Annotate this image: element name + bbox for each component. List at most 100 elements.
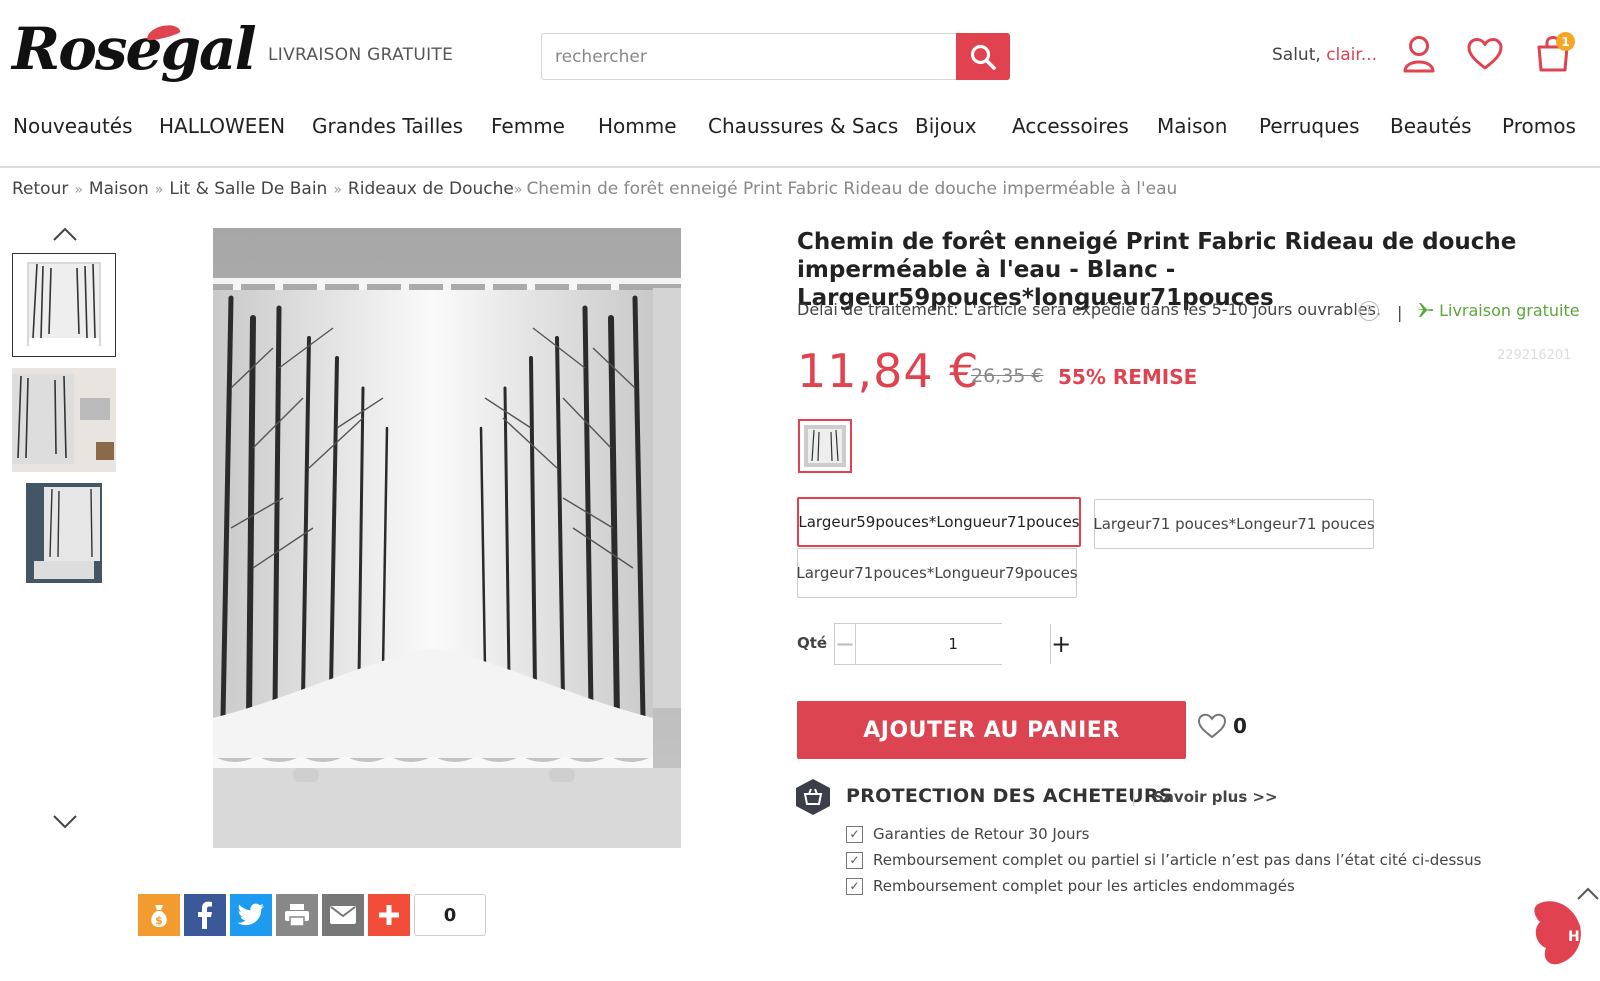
nav-item-promos[interactable]: Promos [1502, 114, 1576, 138]
size-option-71x71[interactable]: Largeur71 pouces*Longeur71 pouces [1093, 499, 1375, 549]
nav-item-bijoux[interactable]: Bijoux [915, 114, 977, 138]
swatch-image [804, 425, 846, 467]
butterfly-icon [1534, 887, 1599, 965]
guarantee-item: ✓ Remboursement complet pour les article… [846, 877, 1295, 895]
greeting-text: Salut, [1272, 45, 1321, 65]
search-button[interactable] [956, 33, 1010, 80]
thumbnail-image [12, 483, 116, 587]
share-facebook-button[interactable] [184, 894, 226, 936]
nav-item-maison[interactable]: Maison [1157, 114, 1227, 138]
nav-item-grandes-tailles[interactable]: Grandes Tailles [312, 114, 463, 138]
search-input[interactable] [542, 34, 955, 79]
breadcrumb-current: Chemin de forêt enneigé Print Fabric Rid… [526, 179, 1178, 199]
guarantee-item: ✓ Remboursement complet ou partiel si l’… [846, 851, 1481, 869]
nav-divider [0, 166, 1600, 168]
nav-item-perruques[interactable]: Perruques [1259, 114, 1360, 138]
nav-item-homme[interactable]: Homme [598, 114, 677, 138]
quantity-increase-button[interactable]: + [1050, 624, 1071, 664]
breadcrumb: Retour» Maison» Lit & Salle De Bain» Rideau… [12, 179, 1177, 199]
search-icon [970, 44, 996, 70]
rosegal-logo[interactable]: Rosegal [12, 14, 257, 92]
cart-icon[interactable]: 1 [1533, 32, 1575, 74]
quantity-decrease-button[interactable]: − [835, 624, 857, 664]
svg-text:$: $ [155, 914, 163, 927]
breadcrumb-separator: » [74, 182, 83, 198]
product-sku: 229216201 [1497, 348, 1572, 363]
current-price: 11,84 € [797, 344, 980, 398]
nav-item-femme[interactable]: Femme [491, 114, 565, 138]
buyer-protection-icon [796, 779, 830, 815]
color-swatch-white[interactable] [798, 419, 852, 473]
plane-icon [1417, 303, 1434, 317]
guarantee-item: ✓ Garanties de Retour 30 Jours [846, 825, 1089, 843]
share-count: 0 [414, 894, 486, 936]
free-shipping-banner: LIVRAISON GRATUITE [268, 45, 454, 65]
share-reward-button[interactable]: $ [138, 894, 180, 936]
divider: | [1397, 303, 1403, 322]
wishlist-heart-icon[interactable] [1465, 34, 1505, 74]
print-button[interactable] [276, 894, 318, 936]
breadcrumb-item[interactable]: Lit & Salle De Bain [169, 179, 327, 199]
help-question-icon[interactable]: ? [1359, 301, 1379, 321]
original-price: 26,35 € [971, 365, 1044, 387]
logo-text: Rosegal [12, 15, 257, 83]
processing-delay: Délai de traitement: L'article sera expé… [797, 300, 1381, 319]
thumbnail-image [12, 368, 116, 472]
twitter-icon [237, 903, 264, 926]
printer-icon [285, 904, 309, 927]
facebook-icon [198, 901, 212, 929]
free-shipping-label: Livraison gratuite [1416, 301, 1580, 320]
breadcrumb-item[interactable]: Rideaux de Douche [348, 179, 514, 199]
nav-item-halloween[interactable]: HALLOWEEN [159, 114, 285, 138]
nav-item-nouveautes[interactable]: Nouveautés [13, 114, 133, 138]
breadcrumb-item[interactable]: Maison [89, 179, 149, 199]
breadcrumb-item[interactable]: Retour [12, 179, 68, 199]
nav-item-beautes[interactable]: Beautés [1390, 114, 1472, 138]
thumbnail-image [13, 254, 115, 356]
wishlist-button[interactable]: 0 [1197, 713, 1247, 739]
divider: | [1131, 787, 1137, 806]
site-header: Rosegal LIVRAISON GRATUITE Salut, clair.… [0, 0, 1600, 100]
quantity-label: Qté [797, 634, 828, 652]
processing-delay-text: L'article sera expédié dans les 5-10 jou… [963, 300, 1382, 319]
buyer-protection-title: PROTECTION DES ACHETEURS [846, 785, 1173, 807]
user-name: clair... [1326, 45, 1378, 65]
discount-badge: 55% REMISE [1058, 365, 1198, 389]
share-twitter-button[interactable] [230, 894, 272, 936]
thumbnail-2[interactable] [12, 368, 116, 472]
cart-count-badge: 1 [1556, 32, 1575, 51]
main-product-image[interactable] [213, 228, 681, 848]
share-bar: $ 0 [138, 894, 486, 936]
heart-outline-icon [1197, 713, 1227, 739]
email-icon [330, 906, 356, 924]
guarantee-text: Remboursement complet ou partiel si l’ar… [873, 851, 1482, 869]
nav-item-chaussures-sacs[interactable]: Chaussures & Sacs [708, 114, 898, 138]
guarantee-text: Remboursement complet pour les articles … [873, 877, 1295, 895]
search-bar [541, 33, 1010, 80]
nav-item-accessoires[interactable]: Accessoires [1012, 114, 1129, 138]
checkbox-checked-icon: ✓ [846, 851, 863, 869]
processing-delay-label: Délai de traitement: [797, 300, 959, 319]
add-to-cart-button[interactable]: AJOUTER AU PANIER [797, 701, 1186, 759]
wishlist-count: 0 [1233, 714, 1247, 738]
back-to-top-label: HAU [1568, 929, 1600, 945]
account-icon[interactable] [1399, 34, 1439, 74]
chevron-up-icon[interactable] [52, 226, 78, 242]
size-option-59x71[interactable]: Largeur59pouces*Longueur71pouces [797, 497, 1081, 547]
money-bag-icon: $ [151, 905, 167, 927]
size-option-71x79[interactable]: Largeur71pouces*Longueur79pouces [796, 548, 1078, 598]
breadcrumb-separator: » [513, 182, 523, 198]
learn-more-link[interactable]: Savoir plus >> [1153, 788, 1278, 806]
share-email-button[interactable] [322, 894, 364, 936]
checkbox-checked-icon: ✓ [846, 877, 863, 895]
thumbnail-3[interactable] [12, 483, 116, 587]
share-more-button[interactable] [368, 894, 410, 936]
breadcrumb-separator: » [154, 182, 164, 198]
back-to-top-button[interactable]: HAU [1534, 886, 1600, 966]
thumbnail-1[interactable] [12, 253, 116, 357]
chevron-down-icon[interactable] [52, 814, 78, 830]
quantity-stepper: − + [834, 623, 1071, 665]
main-nav: Nouveautés HALLOWEEN Grandes Tailles Fem… [0, 114, 1600, 154]
quantity-input[interactable] [856, 624, 1051, 664]
user-greeting[interactable]: Salut, clair... [1272, 45, 1377, 65]
